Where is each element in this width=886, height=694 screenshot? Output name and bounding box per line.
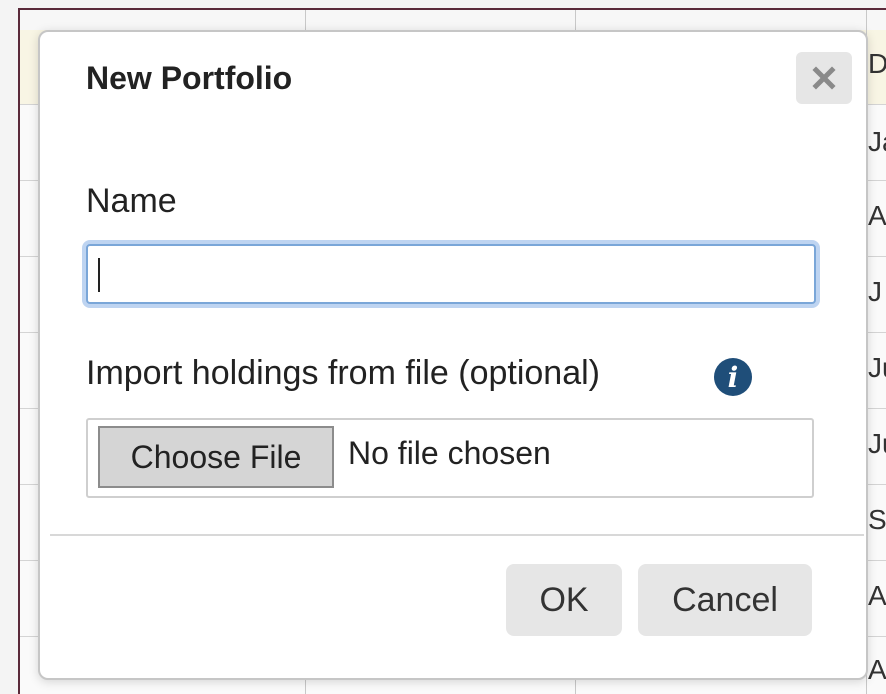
close-icon [812, 66, 836, 90]
background-cell-text: Ju [868, 352, 886, 383]
close-button[interactable] [796, 52, 852, 104]
screen: D Ja A J Ju Ju S A A New Portfolio Name … [0, 0, 886, 694]
import-label: Import holdings from file (optional) [86, 354, 601, 392]
background-cell-text: Ja [868, 126, 886, 157]
cancel-button[interactable]: Cancel [638, 564, 812, 636]
background-cell-text: D [868, 48, 886, 79]
file-input[interactable]: Choose File No file chosen [86, 418, 814, 498]
file-status-text: No file chosen [348, 435, 551, 471]
background-header-row [20, 10, 886, 30]
info-icon[interactable]: i [714, 358, 752, 396]
background-cell-text: A [868, 654, 886, 685]
background-cell-text: J [868, 276, 882, 307]
text-cursor [98, 258, 100, 292]
background-cell-text: A [868, 580, 886, 611]
background-cell-text: A [868, 200, 886, 231]
ok-button[interactable]: OK [506, 564, 622, 636]
new-portfolio-dialog: New Portfolio Name Import holdings from … [38, 30, 868, 680]
info-icon-glyph: i [727, 360, 739, 394]
name-input[interactable] [86, 244, 816, 304]
choose-file-button[interactable]: Choose File [98, 426, 334, 488]
background-cell-text: Ju [868, 428, 886, 459]
background-cell-text: S [868, 504, 886, 535]
name-label: Name [86, 182, 177, 220]
dialog-title: New Portfolio [86, 60, 293, 96]
footer-divider [50, 534, 864, 536]
